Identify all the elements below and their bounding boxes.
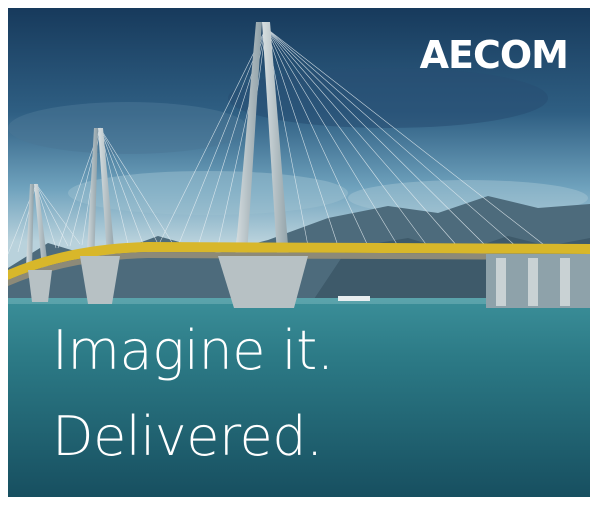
ad-banner[interactable]: AECOM Imagine it. Delivered. [8, 8, 590, 497]
tagline-line-1: Imagine it. [52, 319, 334, 382]
aecom-logo[interactable]: AECOM [420, 36, 569, 74]
tagline-line-2: Delivered. [52, 405, 323, 468]
